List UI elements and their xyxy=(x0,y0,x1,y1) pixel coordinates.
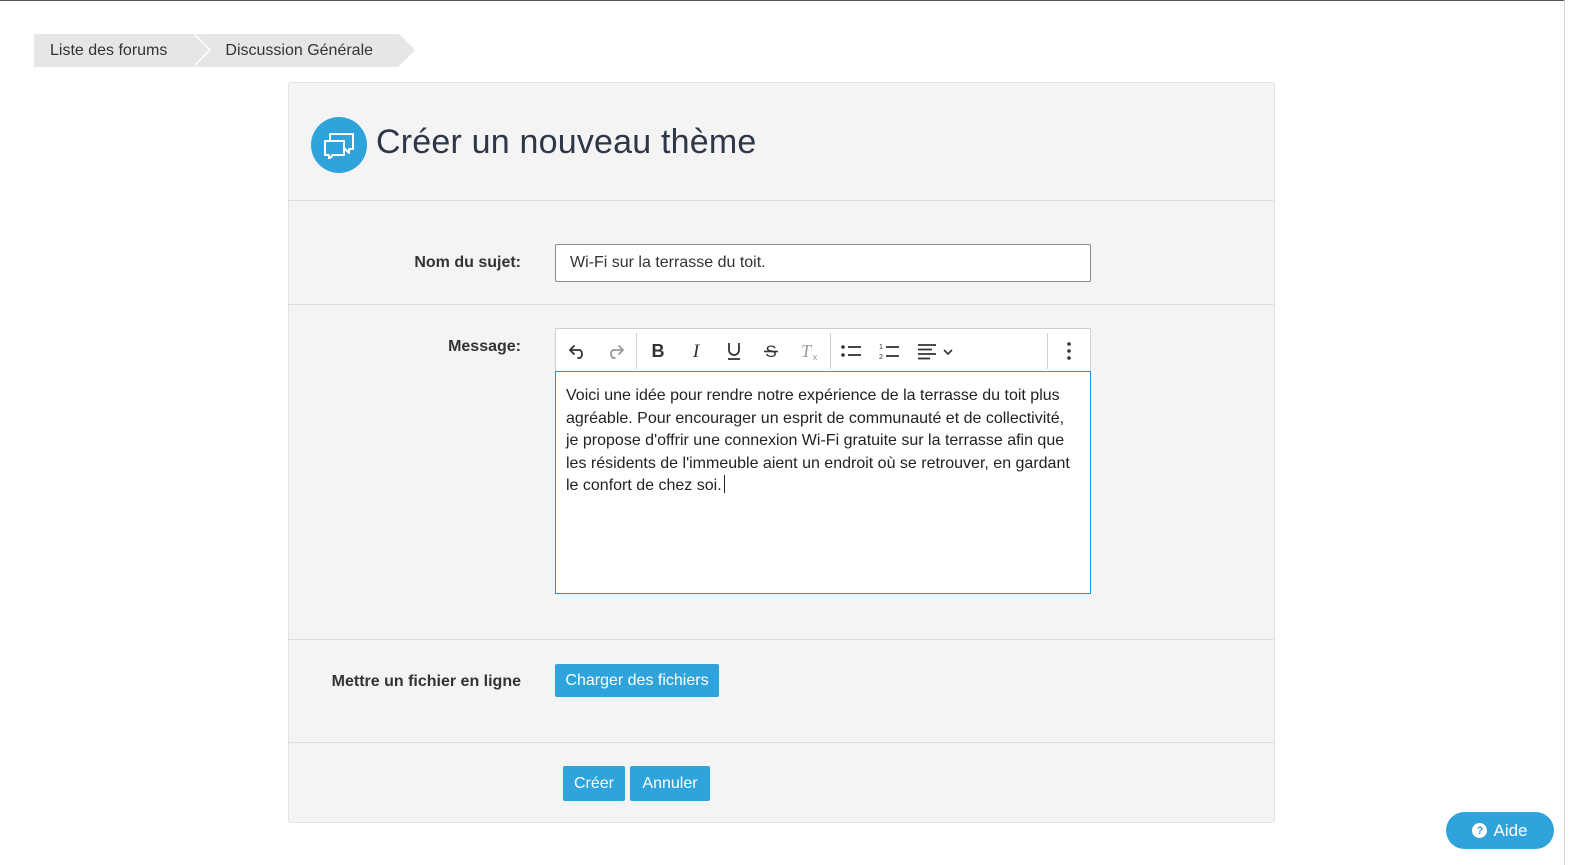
subject-label: Nom du sujet: xyxy=(414,254,521,271)
redo-icon[interactable] xyxy=(600,336,630,366)
upload-label: Mettre un fichier en ligne xyxy=(331,673,521,690)
italic-icon[interactable]: I xyxy=(681,336,711,366)
breadcrumb-general-discussion[interactable]: Discussion Générale xyxy=(193,34,417,67)
toolbar-divider xyxy=(830,333,831,369)
new-topic-panel: Créer un nouveau thème Nom du sujet: Mes… xyxy=(288,82,1275,823)
svg-text:B: B xyxy=(652,342,665,360)
toolbar-divider xyxy=(1047,333,1048,369)
numbered-list-icon[interactable]: 12 xyxy=(874,336,904,366)
page-scrollbar[interactable] xyxy=(1564,0,1581,865)
message-text: Voici une idée pour rendre notre expérie… xyxy=(566,387,1070,494)
message-editor: B I S Tx 12 Voici une idée pour rendre n… xyxy=(555,328,1091,594)
create-button[interactable]: Créer xyxy=(563,766,625,801)
undo-icon[interactable] xyxy=(563,336,593,366)
chat-bubbles-icon xyxy=(311,117,367,173)
svg-text:I: I xyxy=(692,342,701,360)
help-button[interactable]: ? Aide xyxy=(1446,812,1554,849)
question-icon: ? xyxy=(1472,823,1488,838)
underline-icon[interactable] xyxy=(719,336,749,366)
clear-format-icon[interactable]: Tx xyxy=(794,336,824,366)
svg-text:1: 1 xyxy=(879,344,883,351)
text-caret xyxy=(723,475,725,493)
panel-header: Créer un nouveau thème xyxy=(289,83,1274,201)
row-divider xyxy=(289,639,1274,640)
toolbar-divider xyxy=(636,333,637,369)
window-top-border xyxy=(0,0,1581,1)
align-icon[interactable] xyxy=(913,336,959,366)
strikethrough-icon[interactable]: S xyxy=(756,336,786,366)
more-icon[interactable] xyxy=(1054,336,1084,366)
help-label: Aide xyxy=(1493,820,1528,840)
bullet-list-icon[interactable] xyxy=(836,336,866,366)
editor-toolbar: B I S Tx 12 xyxy=(555,328,1091,372)
message-textarea[interactable]: Voici une idée pour rendre notre expérie… xyxy=(555,371,1091,594)
upload-files-button[interactable]: Charger des fichiers xyxy=(555,664,719,697)
message-label: Message: xyxy=(448,338,521,355)
breadcrumb: Liste des forums Discussion Générale xyxy=(34,34,417,67)
svg-text:2: 2 xyxy=(879,354,883,360)
subject-input[interactable] xyxy=(555,244,1091,282)
page-title: Créer un nouveau thème xyxy=(376,123,757,161)
breadcrumb-forum-list[interactable]: Liste des forums xyxy=(34,34,212,67)
row-divider xyxy=(289,304,1274,305)
row-divider xyxy=(289,742,1274,743)
bold-icon[interactable]: B xyxy=(643,336,673,366)
svg-text:x: x xyxy=(813,352,818,361)
cancel-button[interactable]: Annuler xyxy=(630,766,710,801)
svg-text:T: T xyxy=(801,341,813,361)
